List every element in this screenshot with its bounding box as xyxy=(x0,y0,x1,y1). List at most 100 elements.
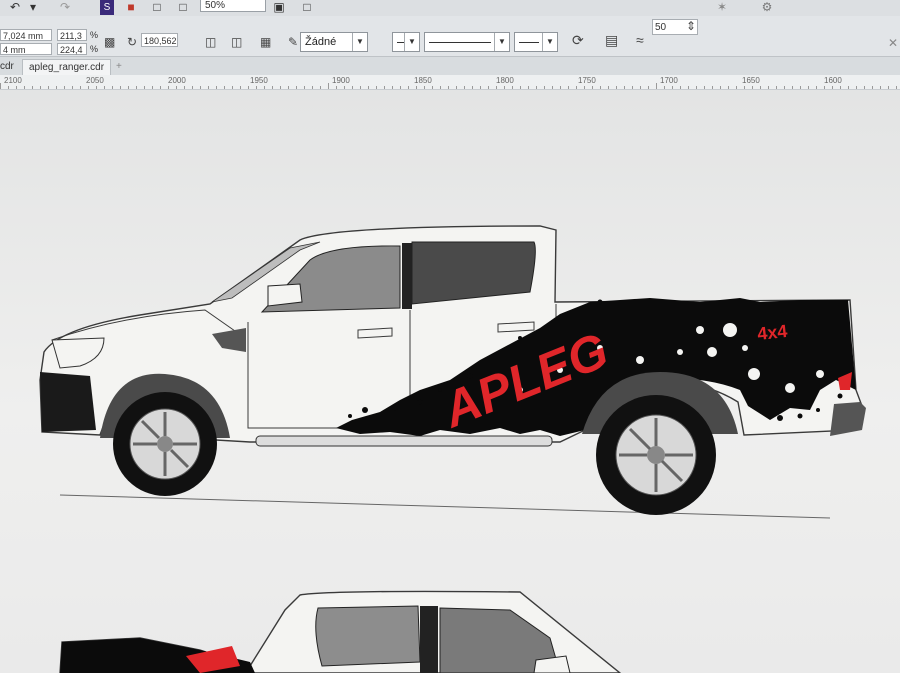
ruler-mark xyxy=(640,86,641,89)
ruler-mark xyxy=(568,86,569,89)
snap-to-icon[interactable]: ✶ xyxy=(715,0,729,15)
ruler-mark xyxy=(16,86,17,89)
stepper-icon[interactable]: ⇕ xyxy=(686,19,696,33)
ruler-mark xyxy=(64,86,65,89)
ruler-mark xyxy=(168,86,169,89)
ruler-mark xyxy=(192,86,193,89)
ruler-mark xyxy=(656,83,657,89)
ruler-mark xyxy=(888,86,889,89)
ruler-mark xyxy=(832,86,833,89)
front-wheel xyxy=(113,392,217,496)
scale-height-field[interactable]: 224,4 xyxy=(57,43,87,55)
ruler-mark xyxy=(88,86,89,89)
outline-style-dropdown[interactable]: Žádné ▼ xyxy=(300,32,368,52)
end-arrow-dropdown[interactable]: ▼ xyxy=(514,32,558,52)
ruler-mark xyxy=(8,86,9,89)
ruler-mark xyxy=(272,86,273,89)
ruler-mark xyxy=(760,86,761,89)
ruler-mark xyxy=(624,86,625,89)
ruler-mark xyxy=(584,86,585,89)
rotation-angle-field[interactable]: 180,562 xyxy=(141,33,178,47)
ruler-mark xyxy=(736,86,737,89)
ruler-tick-label: 1750 xyxy=(578,76,596,85)
ruler-mark xyxy=(0,83,1,89)
ruler-mark xyxy=(304,86,305,89)
document-tabs: cdr apleg_ranger.cdr + xyxy=(0,57,900,76)
ruler-mark xyxy=(704,86,705,89)
ruler-mark xyxy=(824,86,825,89)
ruler-tick-label: 2000 xyxy=(168,76,186,85)
convert-to-curves-icon[interactable]: ▤ xyxy=(605,33,618,47)
ruler-mark xyxy=(744,86,745,89)
mirror-vertical-icon[interactable]: ◫ xyxy=(231,35,242,49)
ruler-mark xyxy=(792,86,793,89)
front-bumper xyxy=(40,372,96,432)
export-icon[interactable]: □ xyxy=(150,0,164,15)
options-gear-icon[interactable]: ⚙ xyxy=(760,0,774,15)
full-screen-icon[interactable]: ▣ xyxy=(272,0,286,15)
ruler-mark xyxy=(696,86,697,89)
undo-dropdown-icon[interactable]: ▾ xyxy=(26,0,40,15)
ruler-mark xyxy=(664,86,665,89)
ruler-mark xyxy=(288,86,289,89)
ruler-mark xyxy=(456,86,457,89)
rear-wheel xyxy=(596,395,716,515)
publish-pdf-icon[interactable]: ■ xyxy=(124,0,138,15)
ruler-mark xyxy=(72,86,73,89)
ruler-mark xyxy=(24,86,25,89)
scale-unit-label: % xyxy=(90,30,99,40)
start-arrow-dropdown[interactable]: ▼ xyxy=(392,32,420,52)
position-y-field[interactable]: 4 mm xyxy=(0,43,52,55)
outline-style-value: Žádné xyxy=(305,36,337,48)
ruler-mark xyxy=(152,86,153,89)
scale-width-field[interactable]: 211,3 xyxy=(57,29,87,41)
ruler-mark xyxy=(296,86,297,89)
ruler-mark xyxy=(120,86,121,89)
ruler-mark xyxy=(224,86,225,89)
ruler-mark xyxy=(800,86,801,89)
tab-partial[interactable]: cdr xyxy=(0,59,14,74)
ruler-mark xyxy=(776,86,777,89)
ruler-mark xyxy=(40,86,41,89)
horizontal-ruler[interactable]: 2100 2050 2000 1950 1900 1850 1800 1750 1700 1650… xyxy=(0,75,900,90)
truck-2-window-rear xyxy=(315,605,421,667)
ruler-mark xyxy=(432,86,433,89)
ruler-mark xyxy=(896,86,897,89)
curve-smoothing-icon[interactable]: ≈ xyxy=(636,33,644,47)
ruler-mark xyxy=(256,86,257,89)
lock-ratio-icon[interactable]: ▩ xyxy=(104,35,115,49)
close-doc-icon[interactable]: ✕ xyxy=(888,36,898,50)
outline-pen-icon[interactable]: ✎ xyxy=(288,35,298,49)
mirror xyxy=(267,283,303,307)
zoom-level-dropdown[interactable]: 50% xyxy=(200,0,266,12)
tab-apleg-ranger[interactable]: apleg_ranger.cdr xyxy=(22,59,112,75)
drawing-canvas[interactable]: APLEG 4x4 xyxy=(0,90,900,673)
ruler-mark xyxy=(216,86,217,89)
ruler-mark xyxy=(768,86,769,89)
ruler-mark xyxy=(688,86,689,89)
line-style-dropdown[interactable]: ▼ xyxy=(424,32,510,52)
ruler-mark xyxy=(472,86,473,89)
ruler-mark xyxy=(424,86,425,89)
badge-text: 4x4 xyxy=(756,321,788,344)
transform-icon[interactable]: ▦ xyxy=(260,35,271,49)
show-rulers-icon[interactable]: □ xyxy=(300,0,314,15)
redo-icon[interactable]: ↷ xyxy=(58,0,72,15)
undo-icon[interactable]: ↶ xyxy=(8,0,22,15)
app-launcher-icon[interactable]: S xyxy=(100,0,114,15)
ruler-mark xyxy=(328,83,329,89)
standard-toolbar: ↶ ▾ ↷ S ■ □ □ 50% ▣ □ ✶ ⚙ xyxy=(0,0,900,17)
scale-unit-label-2: % xyxy=(90,44,99,54)
import-icon[interactable]: □ xyxy=(176,0,190,15)
ruler-mark xyxy=(240,86,241,89)
ruler-mark xyxy=(176,86,177,89)
ruler-mark xyxy=(672,86,673,89)
wrap-text-icon[interactable]: ⟳ xyxy=(572,33,584,47)
rotation-icon[interactable]: ↻ xyxy=(127,35,137,49)
side-step xyxy=(255,435,553,447)
mirror-horizontal-icon[interactable]: ◫ xyxy=(205,35,216,49)
ruler-mark xyxy=(392,86,393,89)
add-tab-button[interactable]: + xyxy=(116,59,122,74)
position-x-field[interactable]: 7,024 mm xyxy=(0,29,52,41)
ruler-mark xyxy=(872,86,873,89)
